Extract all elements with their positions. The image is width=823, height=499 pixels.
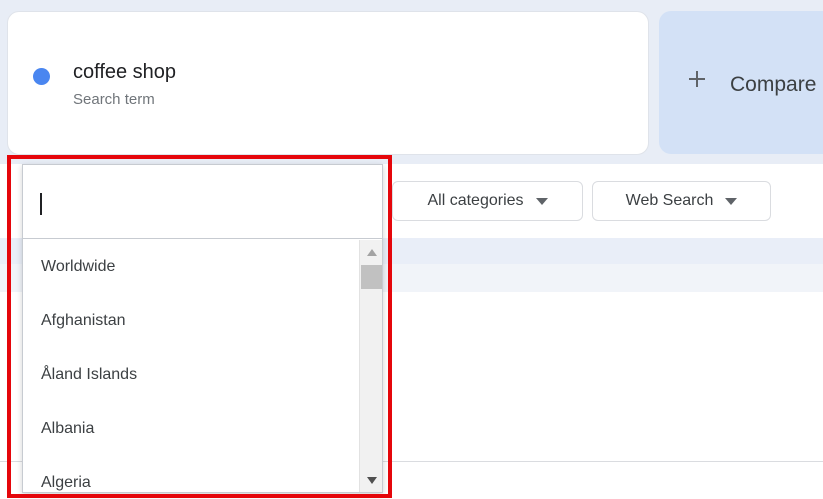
location-dropdown: Worldwide Afghanistan Åland Islands Alba… (22, 164, 383, 493)
location-option[interactable]: Algeria (23, 456, 359, 492)
search-term-card[interactable]: coffee shop Search term (7, 11, 649, 155)
scroll-up-arrow-icon[interactable] (367, 249, 377, 256)
term-color-dot (33, 68, 50, 85)
search-type-filter-label: Web Search (625, 192, 714, 209)
category-filter-button[interactable]: All categories (392, 181, 583, 221)
location-list[interactable]: Worldwide Afghanistan Åland Islands Alba… (23, 240, 359, 492)
location-option[interactable]: Worldwide (23, 240, 359, 294)
search-term-name: coffee shop (73, 61, 177, 83)
location-option[interactable]: Åland Islands (23, 348, 359, 402)
location-search-input[interactable] (31, 183, 371, 221)
chevron-down-icon (535, 197, 548, 205)
chevron-down-icon (725, 197, 738, 205)
location-search-box (23, 165, 382, 239)
plus-icon (689, 71, 705, 87)
category-filter-label: All categories (427, 192, 524, 209)
location-option[interactable]: Afghanistan (23, 294, 359, 348)
text-cursor (40, 193, 42, 215)
search-type-filter-button[interactable]: Web Search (592, 181, 771, 221)
list-scrollbar[interactable] (359, 240, 382, 492)
scrollbar-thumb[interactable] (361, 265, 382, 289)
location-option[interactable]: Albania (23, 402, 359, 456)
scroll-down-arrow-icon[interactable] (367, 477, 377, 484)
search-term-subtitle: Search term (73, 91, 155, 108)
compare-button[interactable]: Compare (659, 11, 823, 154)
compare-label: Compare (730, 73, 817, 96)
